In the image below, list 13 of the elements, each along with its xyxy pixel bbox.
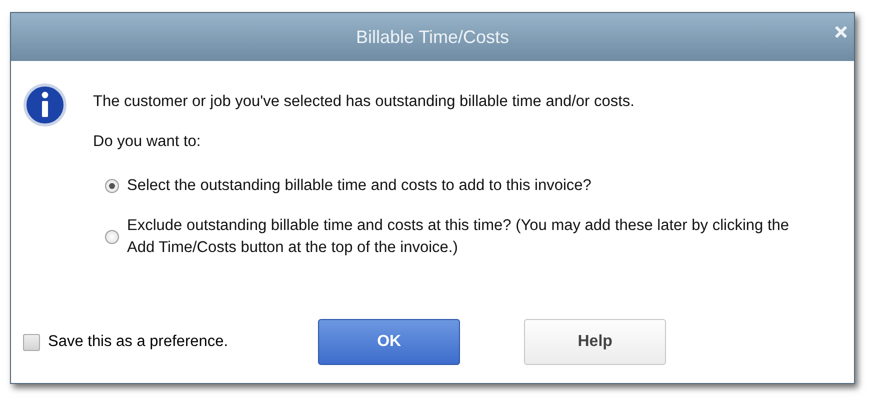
question-text: Do you want to:: [93, 133, 202, 151]
option-label: Select the outstanding billable time and costs to add to this invoice?: [127, 176, 592, 196]
info-icon: [23, 83, 67, 127]
close-icon[interactable]: [834, 25, 848, 39]
ok-button[interactable]: OK: [318, 319, 460, 365]
window-title: Billable Time/Costs: [356, 26, 510, 48]
checkbox-label: Save this as a preference.: [48, 333, 228, 351]
help-button[interactable]: Help: [524, 319, 666, 365]
option-label: Exclude outstanding billable time and costs at this time? (You may add these later by clicking the Add Time/Costs button at the top of the invoice.): [127, 216, 790, 258]
radio-button[interactable]: [105, 230, 119, 244]
radio-button[interactable]: [105, 179, 119, 193]
preference-checkbox[interactable]: [23, 334, 40, 350]
message-text: The customer or job you've selected has outstanding billable time and/or costs.: [93, 93, 636, 111]
